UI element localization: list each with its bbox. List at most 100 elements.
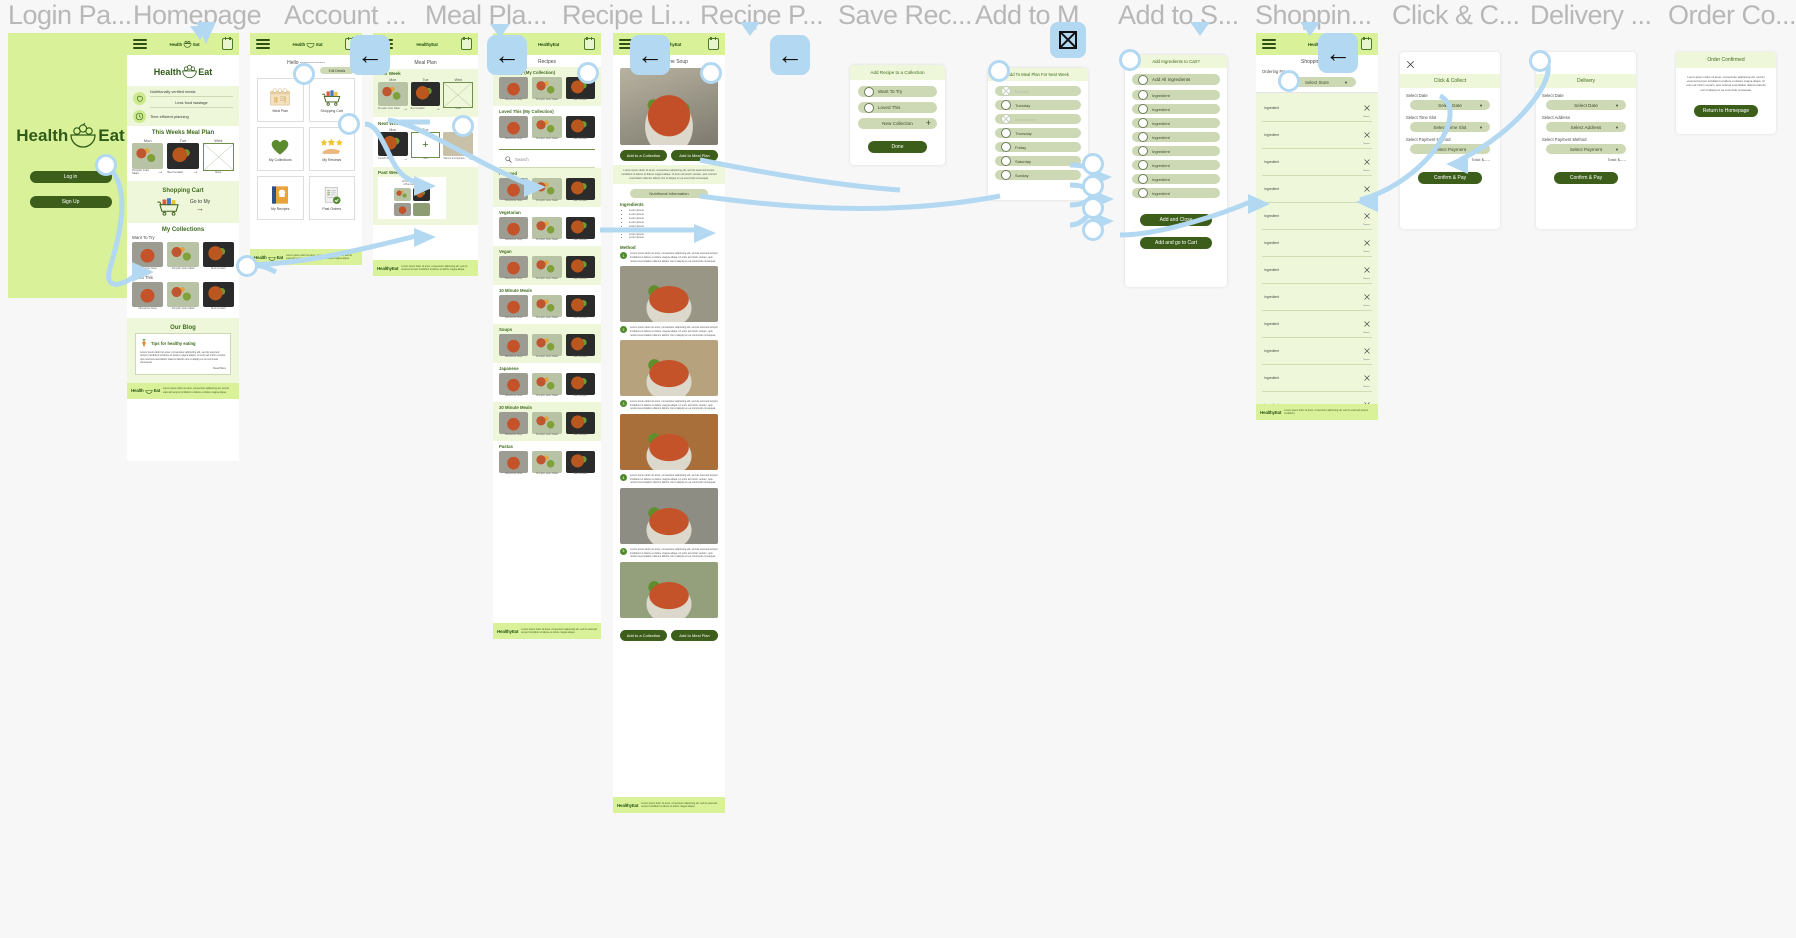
add-all-ingredients-option[interactable]: Add All Ingredients: [1132, 74, 1220, 85]
recipe-thumb[interactable]: [499, 295, 529, 317]
remove-item-button[interactable]: Remove: [1363, 341, 1370, 361]
collection-option-want-to-try[interactable]: Want To Try: [858, 86, 937, 97]
recipe-card[interactable]: Beef Goulash: [565, 373, 595, 397]
prototype-node[interactable]: [1529, 50, 1551, 72]
collection-item[interactable]: Beef Goulash: [202, 282, 234, 310]
empty-slot-icon[interactable]: [443, 82, 474, 108]
meal-card-empty[interactable]: Wed None: [202, 138, 234, 175]
account-tile-my-collections[interactable]: My Collections: [257, 127, 304, 171]
signup-button[interactable]: Sign Up: [29, 196, 112, 208]
recipe-card[interactable]: Minestrone Soup: [499, 451, 529, 475]
collection-item[interactable]: Minestrone Soup: [132, 282, 164, 310]
account-tile-my-recipes[interactable]: My Recipes: [257, 176, 304, 220]
cart-ingredient-option[interactable]: Ingredient: [1132, 188, 1220, 198]
mealplan-day-card[interactable]: Tue Beef Goulash →: [410, 78, 441, 112]
remove-item-button[interactable]: Remove: [1363, 152, 1370, 172]
collection-item[interactable]: Beef Goulash: [202, 242, 234, 270]
blog-read-more[interactable]: Read More: [140, 367, 226, 370]
remove-item-button[interactable]: Remove: [1363, 314, 1370, 334]
select-address-dropdown[interactable]: Select Address ▼: [1546, 122, 1626, 132]
radio-icon[interactable]: [1138, 104, 1148, 114]
recipe-card[interactable]: Pumpkin Grain Salad: [532, 334, 562, 358]
plus-icon[interactable]: +: [926, 119, 931, 128]
prototype-node[interactable]: [1082, 197, 1104, 219]
prototype-node[interactable]: [293, 63, 315, 85]
cart-ingredient-option[interactable]: Ingredient: [1132, 104, 1220, 114]
add-to-collection-button[interactable]: Add to a Collection: [620, 150, 667, 161]
bottom-add-to-meal-plan-button[interactable]: Add to Meal Plan: [671, 629, 718, 641]
homepage-cart-block[interactable]: Shopping Cart Go to My →: [127, 181, 239, 223]
bottom-add-to-collection-button[interactable]: Add to a Collection: [620, 629, 667, 641]
remove-item-button[interactable]: Remove: [1363, 233, 1370, 253]
frame-title-order[interactable]: Order Co...: [1668, 0, 1796, 31]
account-tile-past-orders[interactable]: Past Orders: [308, 176, 355, 220]
recipe-thumb[interactable]: [565, 178, 595, 200]
confirm-and-pay-button[interactable]: Confirm & Pay: [1554, 172, 1618, 184]
recipe-thumb[interactable]: [532, 77, 562, 99]
day-option-friday[interactable]: Friday: [995, 142, 1081, 152]
radio-icon[interactable]: [1138, 74, 1148, 85]
radio-icon[interactable]: [1138, 160, 1148, 170]
calendar-icon[interactable]: [222, 36, 233, 50]
recipe-card[interactable]: Pumpkin Grain Salad: [532, 295, 562, 319]
account-tile-meal-plan[interactable]: Meal Plan: [257, 78, 304, 122]
day-option-thursday[interactable]: Thursday: [995, 128, 1081, 138]
frame-title-recipe-list[interactable]: Recipe Li...: [562, 0, 692, 31]
recipe-thumb[interactable]: [565, 373, 595, 395]
recipe-thumb[interactable]: [532, 256, 562, 278]
recipe-card[interactable]: Minestrone Soup: [499, 334, 529, 358]
back-button[interactable]: ←: [487, 35, 527, 75]
arrow-right-icon[interactable]: →: [190, 205, 210, 213]
recipe-card[interactable]: Minestrone Soup: [499, 373, 529, 397]
calendar-icon[interactable]: [583, 36, 595, 50]
radio-icon[interactable]: [864, 86, 874, 97]
radio-icon[interactable]: [1138, 146, 1148, 156]
meal-thumb[interactable]: [167, 143, 199, 169]
radio-icon[interactable]: [1001, 142, 1011, 152]
cart-ingredient-option[interactable]: Ingredient: [1132, 146, 1220, 156]
recipe-card[interactable]: Pumpkin Grain Salad: [532, 116, 562, 140]
radio-icon[interactable]: [1001, 128, 1011, 138]
recipe-card[interactable]: Minestrone Soup: [499, 116, 529, 140]
frame-title-meal-plan[interactable]: Meal Pla...: [425, 0, 548, 31]
radio-icon[interactable]: [1138, 90, 1148, 100]
remove-item-button[interactable]: Remove: [1363, 179, 1370, 199]
frame-title-delivery[interactable]: Delivery ...: [1530, 0, 1652, 31]
prototype-node[interactable]: [577, 62, 599, 84]
recipe-card[interactable]: Beef Goulash: [565, 412, 595, 436]
recipe-thumb[interactable]: [532, 178, 562, 200]
radio-icon[interactable]: [1001, 170, 1011, 180]
radio-icon[interactable]: [1138, 174, 1148, 184]
recipe-card[interactable]: Beef Goulash: [565, 178, 595, 202]
collection-item[interactable]: Minestrone Soup: [132, 242, 164, 270]
mealplan-day-card-add[interactable]: Tue + Add: [410, 128, 441, 162]
menu-icon[interactable]: [256, 37, 270, 51]
prototype-node[interactable]: [988, 60, 1010, 82]
recipe-thumb[interactable]: [499, 77, 529, 99]
cart-ingredient-option[interactable]: Ingredient: [1132, 90, 1220, 100]
recipe-card[interactable]: Pumpkin Grain Salad: [532, 373, 562, 397]
recipe-card[interactable]: Pumpkin Grain Salad: [532, 412, 562, 436]
past-week-card[interactable]: 12/10/22 - 18/10/22 4 Planned Meals: [378, 177, 446, 219]
recipe-thumb[interactable]: [499, 256, 529, 278]
recipe-thumb[interactable]: [565, 334, 595, 356]
recipe-thumb[interactable]: [499, 178, 529, 200]
calendar-icon[interactable]: [1360, 36, 1372, 50]
prototype-node[interactable]: [338, 113, 360, 135]
prototype-node[interactable]: [1082, 219, 1104, 241]
radio-icon[interactable]: [864, 102, 874, 113]
recipe-card[interactable]: Beef Goulash: [565, 256, 595, 280]
recipe-thumb[interactable]: [532, 217, 562, 239]
remove-item-button[interactable]: Remove: [1363, 125, 1370, 145]
frame-title-click-collect[interactable]: Click & C...: [1392, 0, 1520, 31]
remove-item-button[interactable]: Remove: [1363, 260, 1370, 280]
meal-card[interactable]: Tue Beef Goulash →: [167, 138, 199, 175]
back-button[interactable]: ←: [770, 35, 810, 75]
remove-item-button[interactable]: Remove: [1363, 287, 1370, 307]
recipe-card[interactable]: Minestrone Soup: [499, 178, 529, 202]
cart-ingredient-option[interactable]: Ingredient: [1132, 160, 1220, 170]
recipe-thumb[interactable]: [499, 217, 529, 239]
remove-item-button[interactable]: Remove: [1363, 206, 1370, 226]
calendar-icon[interactable]: [460, 36, 472, 50]
day-option-saturday[interactable]: Saturday: [995, 156, 1081, 166]
